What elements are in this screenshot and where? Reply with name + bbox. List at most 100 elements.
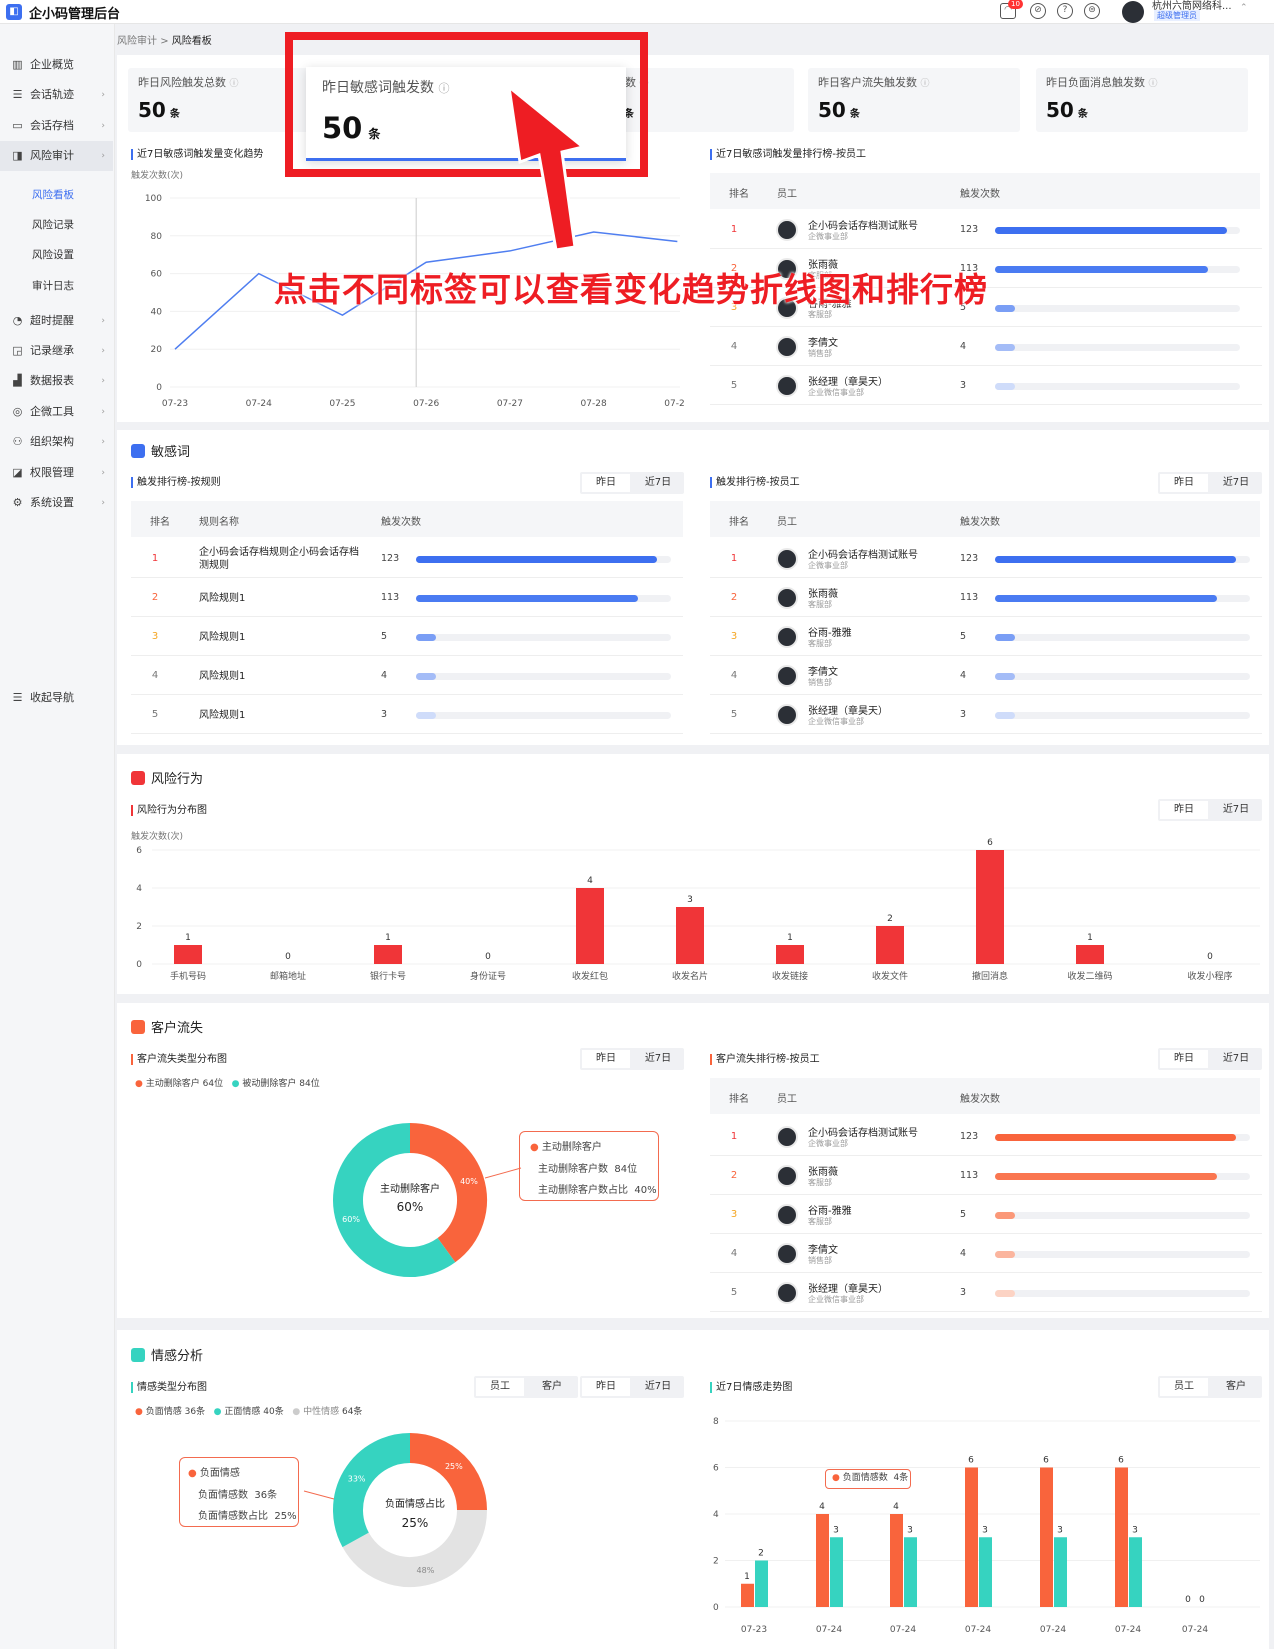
risk-bar[interactable]	[776, 945, 804, 964]
stat-card-3[interactable]: 昨日客户流失触发数 ⓘ 50 条	[808, 68, 1020, 132]
emotion-bar[interactable]	[830, 1537, 843, 1607]
table-row[interactable]: 2 风险规则1 113	[131, 579, 683, 617]
toggle-week[interactable]: 近7日	[1212, 1050, 1260, 1068]
emotion-bar[interactable]	[965, 1467, 978, 1608]
table-row[interactable]: 1 企小码会话存档测试账号 企微事业部 123	[710, 211, 1262, 249]
rank-number: 1	[730, 224, 738, 235]
toggle-week[interactable]: 近7日	[634, 1050, 682, 1068]
emotion-bar[interactable]	[741, 1583, 754, 1607]
chevron-right-icon: ›	[101, 121, 105, 131]
table-row[interactable]: 5 张经理（章昊天） 企业微信事业部 3	[710, 696, 1262, 734]
sidebar-item-4[interactable]: ◔ 超时提醒 ›	[0, 306, 113, 336]
emotion-bar[interactable]	[816, 1514, 829, 1607]
sidebar-subitem-1[interactable]: 风险记录	[0, 210, 113, 240]
toggle-employee[interactable]: 员工	[476, 1378, 524, 1396]
emotion-bar[interactable]	[1115, 1467, 1128, 1608]
compass-icon[interactable]: ⊘	[1030, 3, 1046, 19]
count-bar	[995, 344, 1015, 351]
sidebar-item-0[interactable]: ▥ 企业概览	[0, 50, 113, 80]
toggle-employee[interactable]: 员工	[1160, 1378, 1208, 1396]
risk-bar[interactable]	[1076, 945, 1104, 964]
table-row[interactable]: 2 张雨薇 客服部 113	[710, 579, 1262, 617]
toggle-yesterday[interactable]: 昨日	[582, 1050, 630, 1068]
sidebar-item-label: 会话存档	[30, 119, 74, 132]
toggle-yesterday[interactable]: 昨日	[582, 474, 630, 492]
risk-bar[interactable]	[876, 926, 904, 964]
sidebar-subitem-2[interactable]: 风险设置	[0, 240, 113, 270]
sidebar-item-3[interactable]: ◨ 风险审计 ›	[0, 141, 113, 171]
user-avatar[interactable]	[1122, 1, 1144, 23]
y-tick-label: 8	[713, 1417, 719, 1427]
toggle-yesterday[interactable]: 昨日	[1160, 801, 1208, 819]
table-row[interactable]: 4 李倩文 销售部 4	[710, 1235, 1262, 1273]
service-icon[interactable]: ⊜	[1084, 3, 1100, 19]
trigger-count: 123	[960, 224, 979, 235]
sidebar-subitem-0[interactable]: 风险看板	[0, 180, 113, 210]
emotion-bar[interactable]	[979, 1537, 992, 1607]
collapse-nav-button[interactable]: ☰ 收起导航	[0, 683, 113, 713]
legend-label: 被动删除客户	[242, 1079, 297, 1089]
table-row[interactable]: 3 谷雨-雅雅 客服部 5	[710, 618, 1262, 656]
stat-card-4[interactable]: 昨日负面消息触发数 ⓘ 50 条	[1036, 68, 1248, 132]
table-row[interactable]: 5 张经理（章昊天） 企业微信事业部 3	[710, 367, 1262, 405]
sidebar-item-9[interactable]: ◪ 权限管理 ›	[0, 458, 113, 488]
toggle-customer[interactable]: 客户	[1212, 1378, 1260, 1396]
risk-bar[interactable]	[374, 945, 402, 964]
toggle-yesterday[interactable]: 昨日	[1160, 1050, 1208, 1068]
risk-bar[interactable]	[976, 850, 1004, 964]
sidebar-item-8[interactable]: ⚇ 组织架构 ›	[0, 427, 113, 457]
count-bar-track	[995, 1251, 1250, 1258]
emotion-bar[interactable]	[904, 1537, 917, 1607]
toggle-yesterday[interactable]: 昨日	[1160, 474, 1208, 492]
table-row[interactable]: 1 企小码会话存档规则企小码会话存档测规则 123	[131, 540, 683, 578]
table-row[interactable]: 3 风险规则1 5	[131, 618, 683, 656]
toggle-week[interactable]: 近7日	[1212, 474, 1260, 492]
sidebar-item-10[interactable]: ⚙ 系统设置 ›	[0, 488, 113, 518]
sidebar-item-1[interactable]: ☰ 会话轨迹 ›	[0, 80, 113, 110]
toggle-week[interactable]: 近7日	[634, 1378, 682, 1396]
emotion-bar[interactable]	[1129, 1537, 1142, 1607]
top-bar: ◧ 企小码管理后台 ◠ 10 ⊘ ? ⊜ 杭州六筒网络科... 超级管理员 ⌃	[0, 0, 1274, 24]
table-row[interactable]: 4 李倩文 销售部 4	[710, 328, 1262, 366]
toggle-week[interactable]: 近7日	[634, 474, 682, 492]
sidebar-item-2[interactable]: ▭ 会话存档 ›	[0, 111, 113, 141]
tooltip-line2-label: 主动删除客户数占比	[538, 1185, 628, 1196]
emotion-bar[interactable]	[890, 1514, 903, 1607]
trigger-count: 113	[381, 592, 400, 603]
avatar	[776, 1165, 798, 1187]
table-row[interactable]: 3 谷雨-雅雅 客服部 5	[710, 1196, 1262, 1234]
sidebar-item-6[interactable]: ▟ 数据报表 ›	[0, 366, 113, 396]
table-row[interactable]: 1 企小码会话存档测试账号 企微事业部 123	[710, 540, 1262, 578]
y-tick-label: 4	[136, 884, 142, 894]
chart-icon: ▟	[13, 374, 22, 387]
table-row[interactable]: 2 张雨薇 客服部 113	[710, 1157, 1262, 1195]
sidebar-item-5[interactable]: ◲ 记录继承 ›	[0, 336, 113, 366]
trigger-count: 123	[960, 553, 979, 564]
emotion-bar[interactable]	[1054, 1537, 1067, 1607]
toggle-customer[interactable]: 客户	[528, 1378, 576, 1396]
sidebar-subitem-3[interactable]: 审计日志	[0, 271, 113, 301]
breadcrumb-parent[interactable]: 风险审计	[117, 36, 157, 47]
y-tick-label: 4	[713, 1510, 719, 1520]
table-row[interactable]: 4 李倩文 销售部 4	[710, 657, 1262, 695]
emotion-bar[interactable]	[755, 1560, 768, 1608]
emotion-bar[interactable]	[1040, 1467, 1053, 1608]
risk-bar[interactable]	[174, 945, 202, 964]
toggle-yesterday[interactable]: 昨日	[582, 1378, 630, 1396]
table-row[interactable]: 4 风险规则1 4	[131, 657, 683, 695]
chevron-down-icon[interactable]: ⌃	[1240, 3, 1248, 13]
toggle-week[interactable]: 近7日	[1212, 801, 1260, 819]
emotion-period-toggle: 昨日 近7日	[580, 1376, 684, 1398]
risk-bar[interactable]	[576, 888, 604, 964]
stat-value: 50条	[1046, 98, 1088, 122]
table-row[interactable]: 5 风险规则1 3	[131, 696, 683, 734]
rank-number: 5	[730, 380, 738, 391]
help-icon[interactable]: ?	[1057, 3, 1073, 19]
risk-bar[interactable]	[676, 907, 704, 964]
table-row[interactable]: 1 企小码会话存档测试账号 企微事业部 123	[710, 1118, 1262, 1156]
churn-dist-title: 客户流失类型分布图	[131, 1054, 227, 1065]
sidebar-item-7[interactable]: ◎ 企微工具 ›	[0, 397, 113, 427]
table-row[interactable]: 5 张经理（章昊天） 企业微信事业部 3	[710, 1274, 1262, 1312]
bar-value-label: 1	[1087, 933, 1093, 943]
trigger-count: 5	[960, 1209, 967, 1220]
